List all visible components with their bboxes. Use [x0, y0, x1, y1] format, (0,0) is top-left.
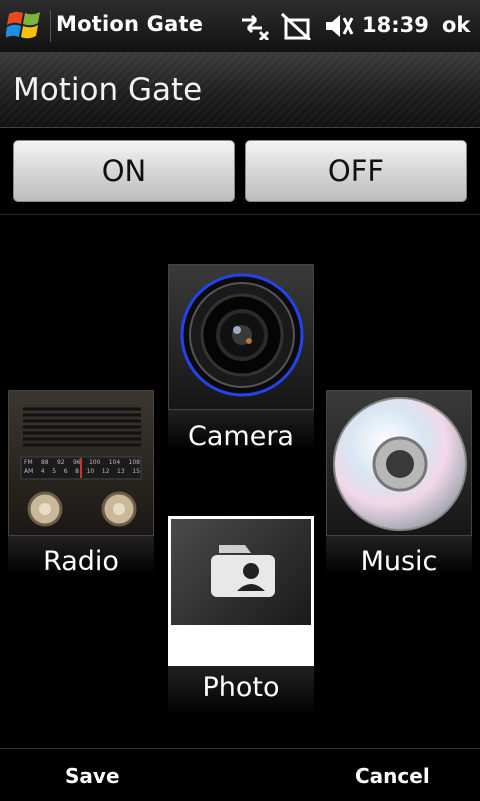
camera-label[interactable]: Camera: [151, 421, 331, 452]
cd-disc-icon: [326, 390, 472, 536]
radio-dial-text: FM 88 92 96 100 104 108 AM 4 5 6 8 10 12…: [24, 458, 140, 476]
page-header: Motion Gate: [0, 53, 480, 128]
cancel-button[interactable]: Cancel: [355, 764, 430, 788]
radio-dial-row2: AM 4 5 6 8 10 12 13 15: [24, 467, 140, 476]
photo-label[interactable]: Photo: [151, 672, 331, 703]
dial-tick: 6: [63, 468, 68, 475]
dial-tick: FM: [24, 459, 33, 466]
dial-tick: 4: [40, 468, 45, 475]
dial-tick: AM: [24, 468, 34, 475]
connectivity-arrows-icon[interactable]: [238, 12, 272, 40]
windows-start-icon[interactable]: [6, 8, 44, 44]
dial-tick: 12: [101, 468, 110, 475]
dial-tick: 96: [72, 459, 81, 466]
toggle-row: ON OFF: [0, 128, 480, 215]
on-button[interactable]: ON: [13, 140, 235, 202]
radio-dial-row1: FM 88 92 96 100 104 108: [24, 458, 140, 467]
dial-tick: 92: [56, 459, 65, 466]
tile-photo[interactable]: [168, 516, 314, 666]
dial-tick: 104: [108, 459, 121, 466]
status-app-title: Motion Gate: [56, 12, 204, 36]
dial-tick: 5: [52, 468, 57, 475]
dial-tick: 13: [117, 468, 125, 475]
softkey-bar: Save Cancel: [0, 748, 480, 801]
off-button[interactable]: OFF: [245, 140, 467, 202]
tile-music[interactable]: [326, 390, 472, 576]
photo-contact-icon: [171, 519, 311, 625]
dial-tick: 100: [88, 459, 101, 466]
ok-button[interactable]: ok: [442, 13, 470, 37]
dial-tick: 10: [86, 468, 95, 475]
status-bar: Motion Gate 18:39 ok: [0, 0, 480, 53]
dial-tick: 88: [40, 459, 49, 466]
no-sim-icon[interactable]: [280, 12, 312, 40]
tile-camera[interactable]: [168, 264, 314, 450]
status-separator: [50, 10, 51, 42]
dial-tick: 8: [75, 468, 79, 475]
save-button[interactable]: Save: [65, 764, 120, 788]
dial-tick: 15: [132, 468, 140, 475]
music-label[interactable]: Music: [309, 546, 480, 577]
dial-tick: 108: [128, 459, 140, 466]
page-title: Motion Gate: [13, 72, 203, 108]
speaker-muted-icon[interactable]: [322, 12, 354, 40]
radio-label[interactable]: Radio: [0, 546, 171, 577]
status-clock[interactable]: 18:39: [362, 13, 429, 37]
camera-lens-icon: [168, 264, 314, 410]
